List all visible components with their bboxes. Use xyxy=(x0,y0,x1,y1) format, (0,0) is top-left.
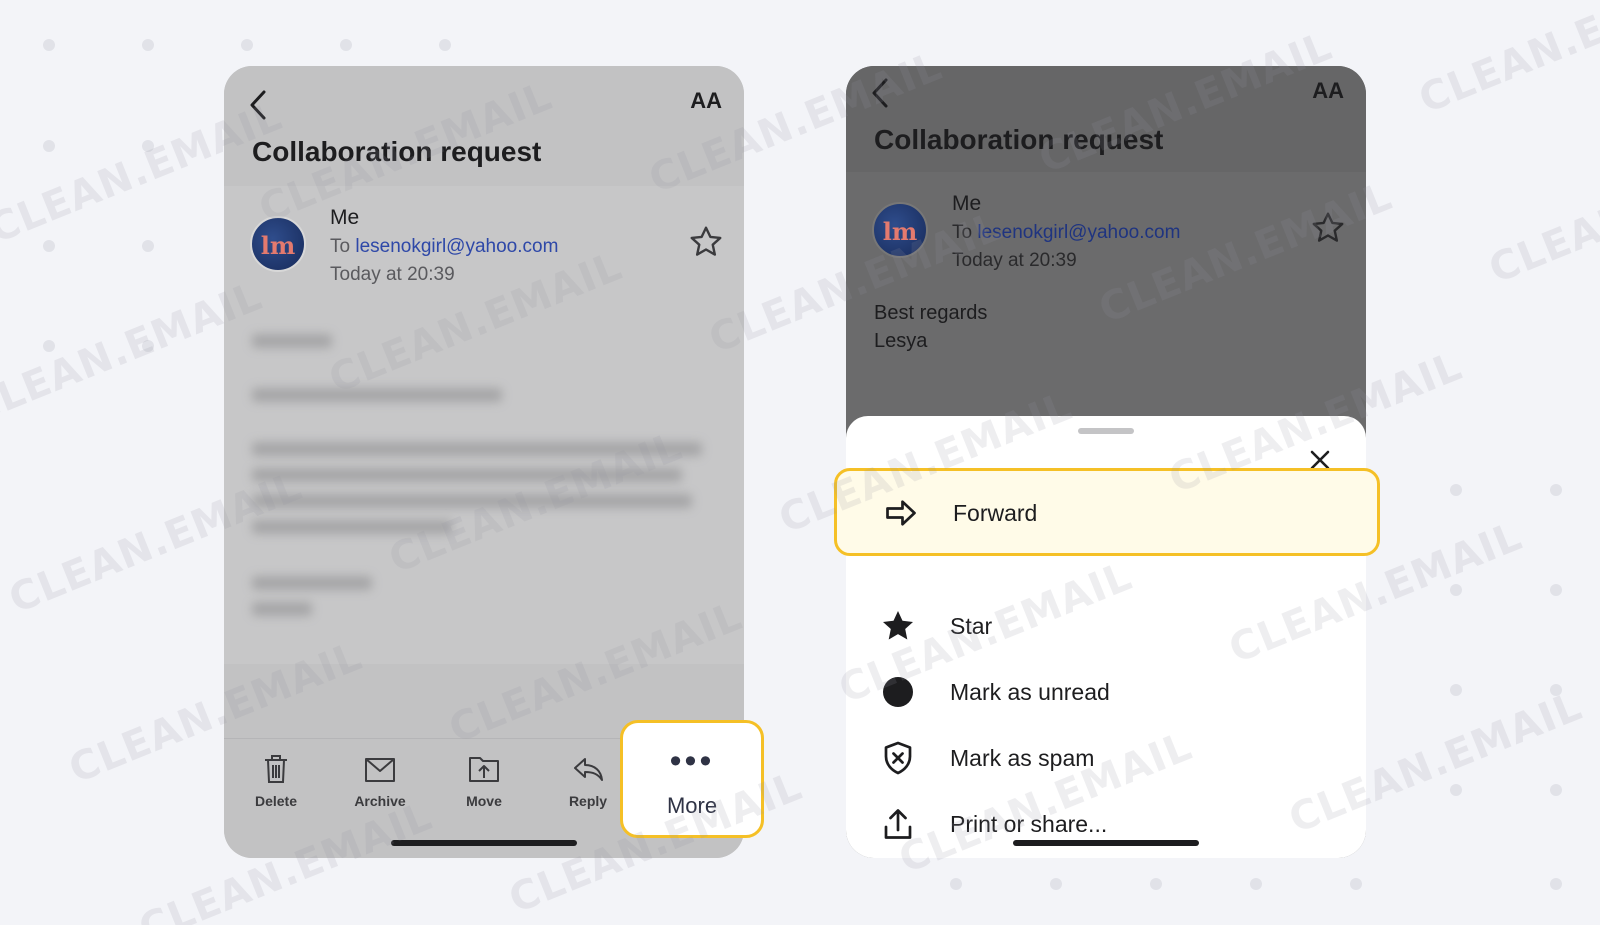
sheet-grabber[interactable] xyxy=(1078,428,1134,434)
reply-button[interactable]: Reply xyxy=(548,753,628,809)
star-filled-icon xyxy=(883,611,913,640)
avatar-initials: lm xyxy=(260,231,296,260)
menu-item-forward[interactable]: Forward xyxy=(834,468,1380,556)
menu-item-label: Print or share... xyxy=(950,811,1108,837)
archive-button[interactable]: Archive xyxy=(340,753,420,809)
to-label: To xyxy=(952,222,973,243)
delete-label: Delete xyxy=(254,793,298,809)
menu-item-print-share[interactable]: Print or share... xyxy=(846,791,1366,857)
avatar: lm xyxy=(250,216,306,272)
back-chevron-icon[interactable] xyxy=(246,88,272,122)
recipient-address[interactable]: lesenokgirl@yahoo.com xyxy=(977,222,1180,243)
recipient-address[interactable]: lesenokgirl@yahoo.com xyxy=(355,236,558,257)
email-date: Today at 20:39 xyxy=(330,264,455,285)
move-folder-icon xyxy=(469,757,499,782)
text-size-button[interactable]: AA xyxy=(1312,78,1344,104)
more-menu-screen: AA Collaboration request lm Me To leseno… xyxy=(846,66,1366,858)
archive-label: Archive xyxy=(354,793,406,809)
avatar: lm xyxy=(872,202,928,258)
unread-dot-icon xyxy=(883,677,913,707)
move-label: Move xyxy=(466,793,502,809)
email-header xyxy=(224,66,744,186)
more-label: More xyxy=(666,793,718,818)
email-subject: Collaboration request xyxy=(252,136,542,167)
reply-label: Reply xyxy=(568,793,608,809)
menu-item-label: Mark as unread xyxy=(950,679,1110,705)
email-signature: Lesya xyxy=(874,330,928,352)
delete-button[interactable]: Delete xyxy=(236,753,316,809)
menu-item-mark-unread[interactable]: Mark as unread xyxy=(846,659,1366,725)
email-date: Today at 20:39 xyxy=(952,250,1077,271)
move-button[interactable]: Move xyxy=(444,753,524,809)
archive-icon xyxy=(365,758,395,782)
home-indicator xyxy=(1013,840,1199,846)
email-signoff: Best regards xyxy=(874,302,988,324)
star-outline-icon[interactable] xyxy=(1310,210,1346,246)
share-icon xyxy=(884,809,912,839)
forward-arrow-icon xyxy=(886,500,916,526)
menu-item-label: Mark as spam xyxy=(950,745,1095,771)
back-chevron-icon[interactable] xyxy=(868,76,894,110)
text-size-button[interactable]: AA xyxy=(690,88,722,114)
trash-icon xyxy=(265,755,287,783)
sender-name: Me xyxy=(952,192,982,215)
more-button[interactable]: ••• More xyxy=(620,720,764,838)
email-subject: Collaboration request xyxy=(874,124,1164,155)
reply-arrow-icon xyxy=(574,758,603,781)
home-indicator xyxy=(391,840,577,846)
watermark-text: CLEAN.EMAIL xyxy=(1482,133,1600,293)
recipient-line: To lesenokgirl@yahoo.com xyxy=(330,236,558,258)
more-dots-icon: ••• xyxy=(669,742,715,780)
watermark-text: CLEAN.EMAIL xyxy=(1412,0,1600,123)
sender-name: Me xyxy=(330,206,360,229)
avatar-initials: lm xyxy=(882,217,918,246)
menu-item-star[interactable]: Star xyxy=(846,593,1366,659)
recipient-line: To lesenokgirl@yahoo.com xyxy=(952,222,1180,244)
menu-item-mark-spam[interactable]: Mark as spam xyxy=(846,725,1366,791)
to-label: To xyxy=(330,236,351,257)
menu-item-label: Star xyxy=(950,613,993,639)
star-outline-icon[interactable] xyxy=(688,224,724,260)
menu-item-label: Forward xyxy=(953,500,1038,526)
spam-shield-icon xyxy=(884,741,912,775)
email-header xyxy=(846,66,1366,172)
